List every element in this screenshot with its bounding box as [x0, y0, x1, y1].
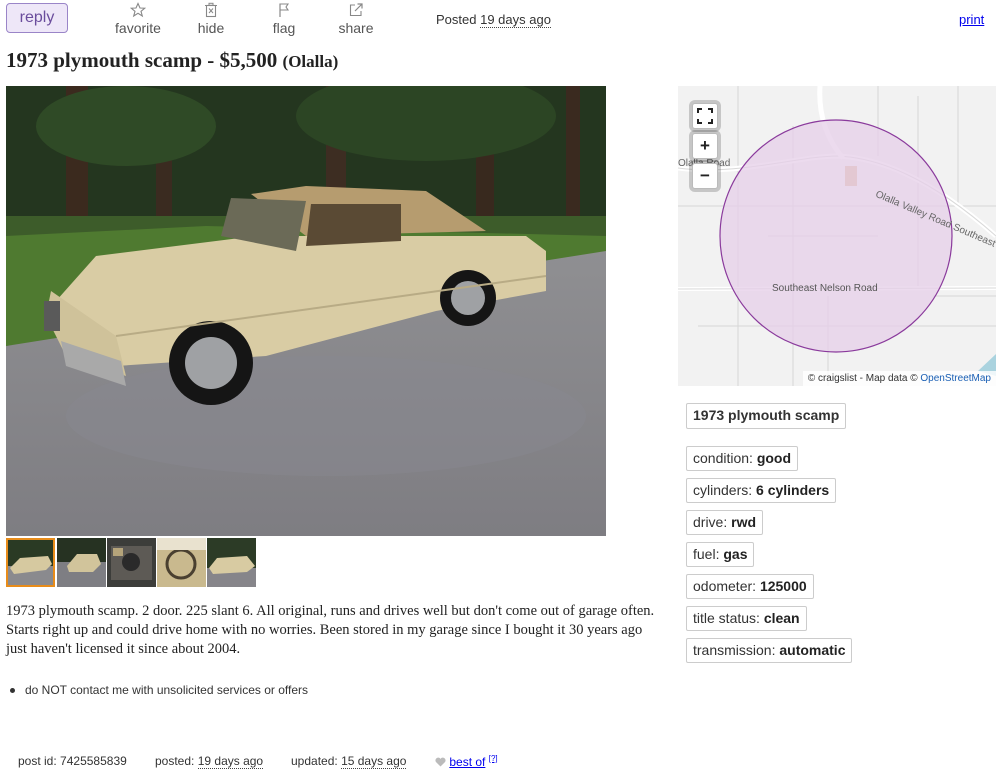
bullet-icon [10, 688, 15, 694]
minus-icon: − [700, 166, 710, 185]
trash-x-icon [181, 2, 241, 20]
best-of-help-link[interactable]: [?] [489, 754, 498, 763]
hide-button[interactable]: hide [181, 2, 241, 36]
thumbnail-image [207, 538, 256, 587]
attribute-value: clean [763, 610, 800, 626]
attribute-transmission: transmission: automatic [686, 638, 853, 663]
zoom-in-button[interactable]: + [692, 133, 718, 159]
map-canvas [678, 86, 996, 386]
thumbnail[interactable] [157, 538, 206, 587]
posted-footer-label: posted: [155, 754, 195, 768]
attribute-odometer: odometer: 125000 [686, 574, 814, 599]
share-label: share [338, 20, 374, 36]
location: (Olalla) [282, 52, 339, 71]
flag-label: flag [272, 20, 296, 36]
share-button[interactable]: share [326, 2, 386, 36]
notice-text: do NOT contact me with unsolicited servi… [25, 683, 309, 697]
posting-body: 1973 plymouth scamp. 2 door. 225 slant 6… [6, 603, 655, 657]
road-label: Southeast Nelson Road [772, 283, 878, 294]
posted-footer: posted: 19 days ago [155, 754, 264, 769]
post-id: post id: 7425585839 [18, 754, 127, 768]
title-separator: - [202, 48, 220, 72]
attribute-value: automatic [779, 642, 846, 658]
thumbnail-image [57, 538, 106, 587]
flag-icon [254, 2, 314, 20]
posted-footer-value: 19 days ago [197, 754, 264, 769]
price: $5,500 [219, 48, 278, 72]
thumbnail-image [157, 538, 206, 587]
heart-icon [435, 755, 449, 769]
post-id-value: 7425585839 [60, 754, 127, 768]
zoom-out-button[interactable]: − [692, 163, 718, 189]
posted-age: 19 days ago [480, 12, 551, 28]
updated-footer-label: updated: [291, 754, 338, 768]
print-link[interactable]: print [959, 12, 984, 27]
main-photo[interactable] [6, 86, 606, 536]
attribute-title-status: title status: clean [686, 606, 807, 631]
fullscreen-icon [697, 108, 713, 124]
attribute-title: 1973 plymouth scamp [686, 403, 847, 429]
updated-footer: updated: 15 days ago [291, 754, 407, 769]
posted-prefix: Posted [436, 12, 477, 27]
posting-title: 1973 plymouth scamp - $5,500 (Olalla) [6, 48, 338, 73]
attribute-fuel: fuel: gas [686, 542, 755, 567]
thumbnail[interactable] [57, 538, 106, 587]
map[interactable]: Olalla Road Olalla Valley Road Southeast… [678, 86, 996, 386]
thumbnail[interactable] [107, 538, 156, 587]
best-of-link[interactable]: best of [449, 755, 485, 769]
attribute-label: fuel: [693, 546, 720, 562]
attribute-value: gas [723, 546, 748, 562]
favorite-label: favorite [115, 20, 161, 36]
attribute-label: transmission: [693, 642, 776, 658]
reply-button[interactable]: reply [6, 3, 68, 33]
attribute-label: odometer: [693, 578, 757, 594]
posted-date: Posted 19 days ago [436, 12, 551, 28]
attribute-label: title status: [693, 610, 760, 626]
attribute-label: drive: [693, 514, 728, 530]
attribute-label: cylinders: [693, 482, 753, 498]
favorite-button[interactable]: favorite [108, 2, 168, 36]
attribute-value: rwd [731, 514, 757, 530]
thumbnail[interactable] [207, 538, 256, 587]
thumbnail[interactable] [6, 538, 55, 587]
attribute-condition: condition: good [686, 446, 799, 471]
post-id-label: post id: [18, 754, 57, 768]
openstreetmap-link[interactable]: OpenStreetMap [920, 373, 991, 384]
flag-button[interactable]: flag [254, 2, 314, 36]
attribute-label: condition: [693, 450, 753, 466]
map-attribution-text: © craigslist - Map data © [807, 373, 918, 384]
notice-item: do NOT contact me with unsolicited servi… [10, 683, 308, 697]
attribute-drive: drive: rwd [686, 510, 764, 535]
attribute-value: 125000 [759, 578, 807, 594]
fullscreen-button[interactable] [692, 103, 718, 129]
map-attribution: © craigslist - Map data © OpenStreetMap [802, 371, 996, 386]
attribute-value: 6 cylinders [756, 482, 830, 498]
plus-icon: + [700, 136, 710, 155]
thumbnail-image [6, 538, 55, 587]
share-arrow-icon [326, 2, 386, 20]
title-text: 1973 plymouth scamp [6, 48, 203, 72]
thumbnail-image [107, 538, 156, 587]
hide-label: hide [197, 20, 225, 36]
updated-footer-value: 15 days ago [341, 754, 407, 769]
best-of: best of [?] [435, 754, 498, 769]
star-icon [108, 2, 168, 20]
car-photo-image [6, 86, 606, 536]
attribute-cylinders: cylinders: 6 cylinders [686, 478, 837, 503]
attribute-value: good [756, 450, 792, 466]
